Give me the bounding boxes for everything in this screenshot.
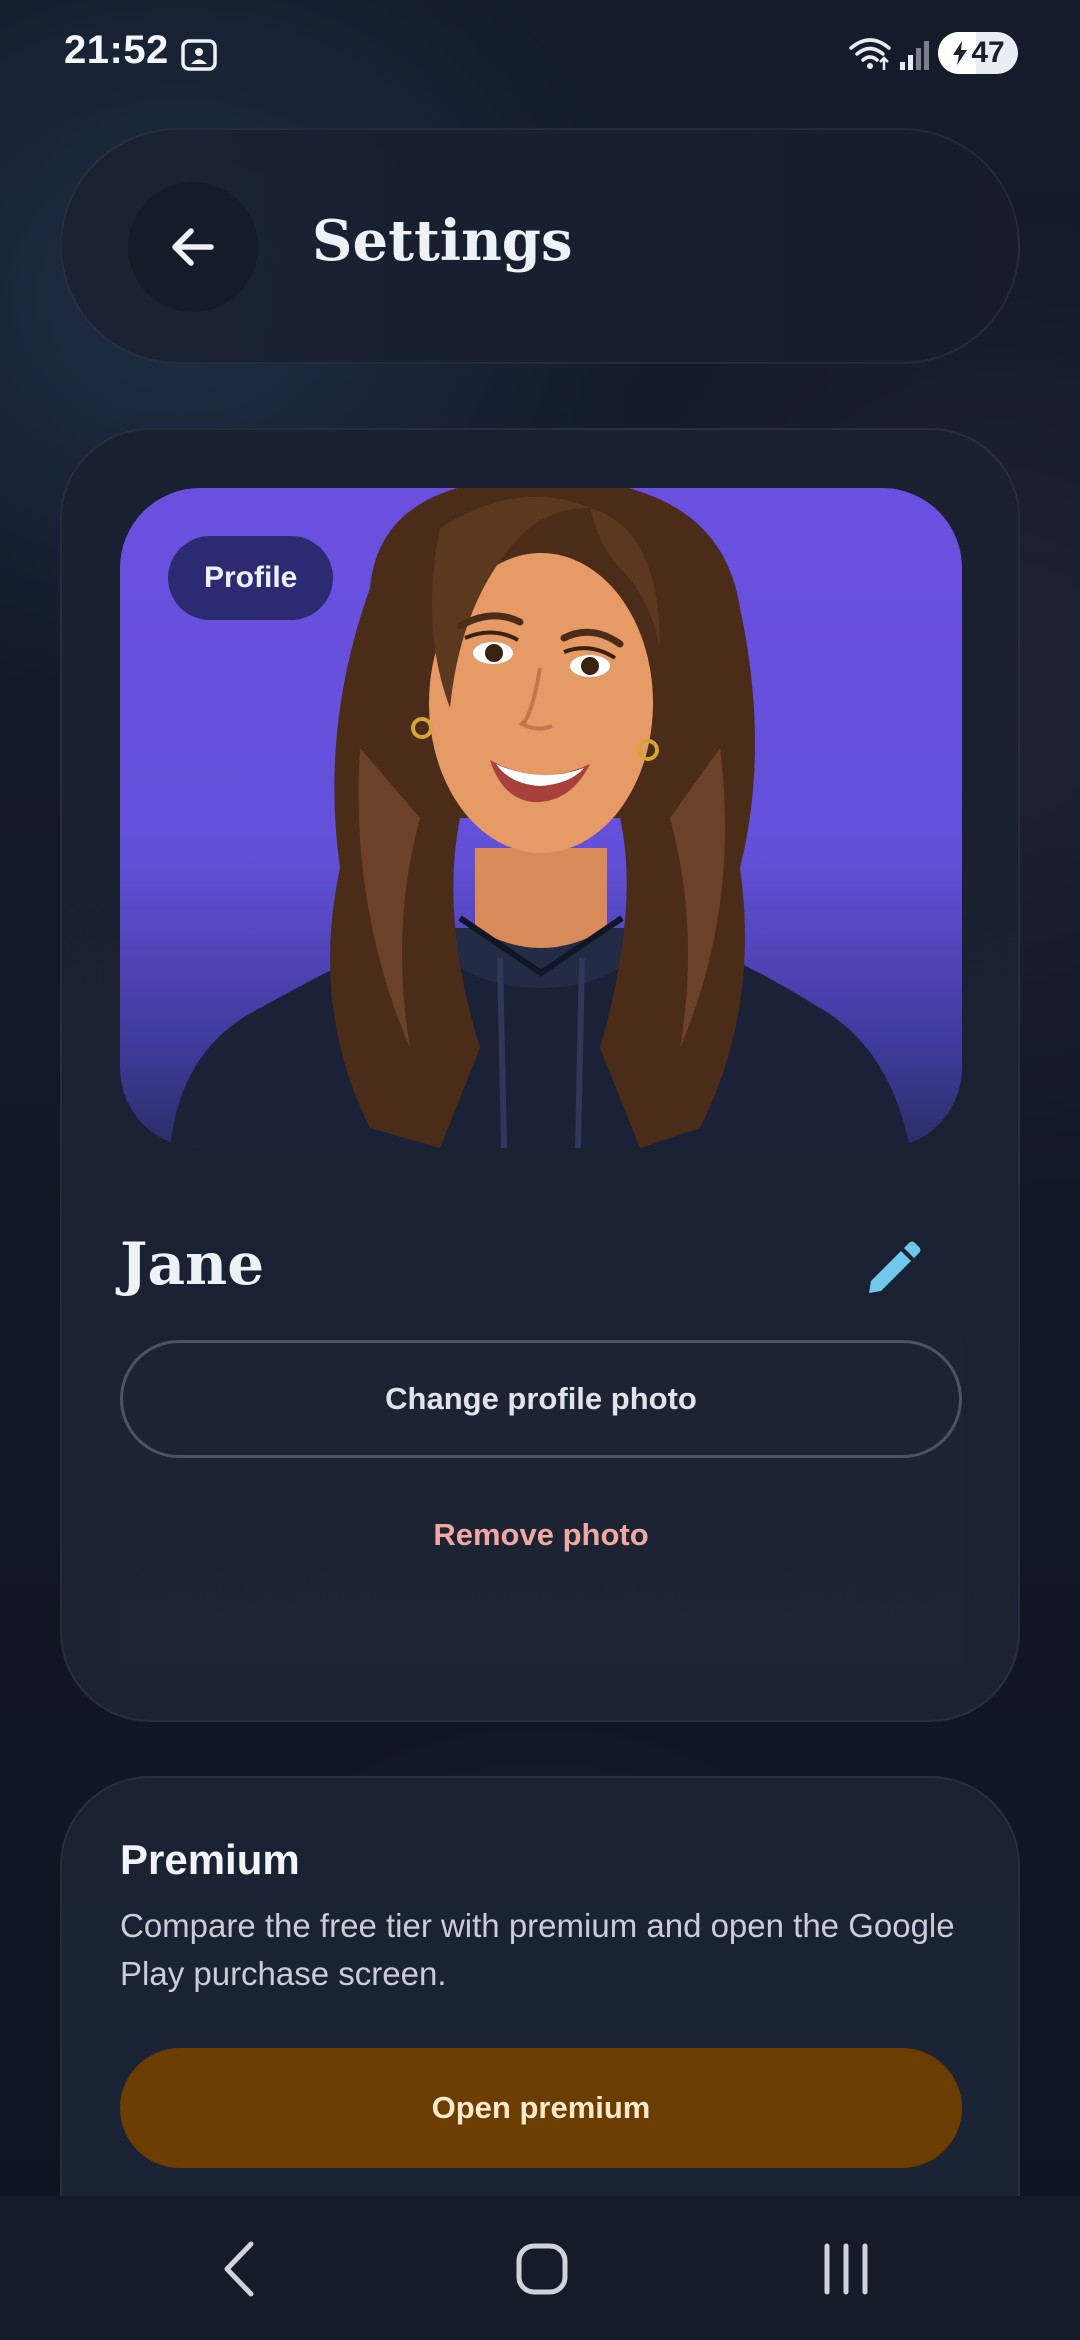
profile-avatar[interactable]: Profile: [120, 488, 962, 1148]
signal-icon: [900, 41, 929, 70]
nav-home-button[interactable]: [482, 2224, 602, 2314]
nav-recents-button[interactable]: [786, 2224, 906, 2314]
premium-title: Premium: [120, 1836, 300, 1883]
profile-name: Jane: [120, 1230, 265, 1298]
battery-level: 47: [971, 36, 1005, 69]
arrow-left-icon: [172, 228, 214, 266]
nav-home-icon: [516, 2243, 568, 2295]
status-time: 21:52: [64, 28, 169, 72]
nav-back-button[interactable]: [182, 2224, 302, 2314]
remove-photo-button[interactable]: Remove photo: [120, 1495, 962, 1575]
pencil-icon: [869, 1241, 921, 1293]
battery-charging-icon: [953, 41, 968, 65]
screenshot-icon: [181, 39, 217, 71]
header-card: Settings: [60, 128, 1020, 364]
open-premium-button[interactable]: Open premium: [120, 2048, 962, 2168]
status-bar: 21:52 47: [0, 0, 1080, 110]
premium-card: Premium Compare the free tier with premi…: [60, 1776, 1020, 2196]
battery-indicator: 47: [938, 32, 1018, 74]
change-profile-photo-button[interactable]: Change profile photo: [120, 1340, 962, 1458]
nav-recents-icon: [824, 2243, 868, 2295]
wifi-icon: [849, 38, 891, 70]
photo-actions: Change profile photo Remove photo: [120, 1340, 962, 1664]
navigation-bar: [0, 2196, 1080, 2340]
edit-name-button[interactable]: [852, 1230, 932, 1310]
back-button[interactable]: [128, 182, 258, 312]
premium-description: Compare the free tier with premium and o…: [120, 1907, 955, 1992]
profile-card: Profile Jane Change profile photo Remove…: [60, 428, 1020, 1722]
nav-back-icon: [224, 2241, 254, 2297]
profile-chip: Profile: [168, 536, 334, 620]
page-title: Settings: [312, 208, 573, 274]
